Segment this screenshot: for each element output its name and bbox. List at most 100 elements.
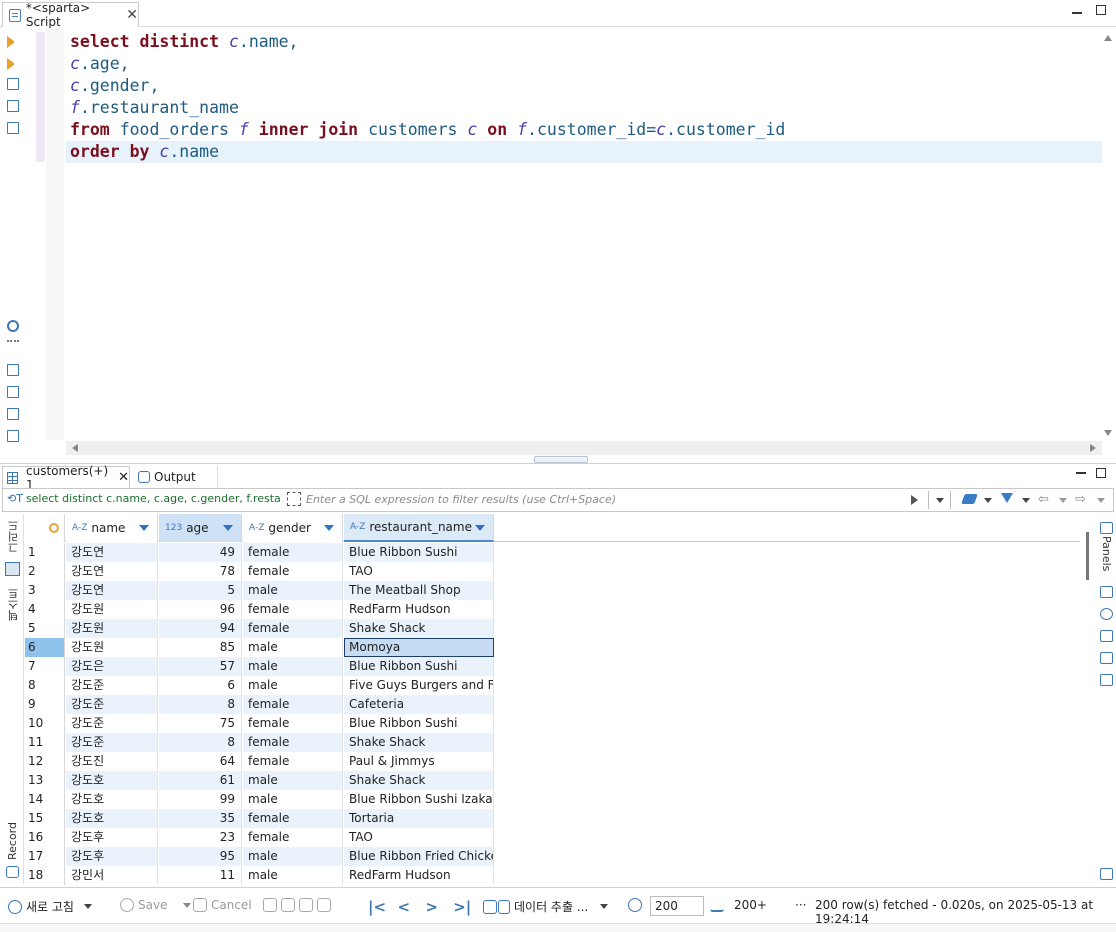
cell-gender[interactable]: female: [243, 828, 343, 847]
table-row[interactable]: 18 강민서 11 male RedFarm Hudson: [25, 866, 1080, 885]
cell-restaurant[interactable]: Shake Shack: [344, 619, 494, 638]
row-number[interactable]: 4: [25, 600, 65, 619]
table-row[interactable]: 12 강도진 64 female Paul & Jimmys: [25, 752, 1080, 771]
clear-filter-icon[interactable]: [961, 494, 978, 504]
cell-name[interactable]: 강도준: [66, 733, 158, 752]
cell-gender[interactable]: male: [243, 866, 343, 885]
cell-name[interactable]: 강도진: [66, 752, 158, 771]
table-row[interactable]: 4 강도원 96 female RedFarm Hudson: [25, 600, 1080, 619]
first-page-icon[interactable]: |<: [368, 898, 386, 916]
cell-age[interactable]: 75: [159, 714, 242, 733]
maximize-icon[interactable]: [1096, 5, 1106, 15]
expand-filter-icon[interactable]: [287, 492, 301, 506]
cell-age[interactable]: 99: [159, 790, 242, 809]
refresh-button[interactable]: 새로 고침: [8, 898, 92, 915]
cell-name[interactable]: 강도후: [66, 847, 158, 866]
cell-restaurant[interactable]: Cafeteria: [344, 695, 494, 714]
run-statement-icon[interactable]: [7, 36, 19, 48]
sql-editor[interactable]: select distinct c.name, c.age, c.gender,…: [70, 31, 785, 163]
minimize-panel-icon[interactable]: [1076, 472, 1086, 474]
cell-age[interactable]: 23: [159, 828, 242, 847]
cell-age[interactable]: 78: [159, 562, 242, 581]
cell-age[interactable]: 85: [159, 638, 242, 657]
editor-tab-script[interactable]: *<sparta> Script ✕: [2, 1, 139, 29]
cell-age[interactable]: 94: [159, 619, 242, 638]
fit-columns-icon[interactable]: [482, 900, 497, 914]
row-number[interactable]: 7: [25, 657, 65, 676]
cell-gender[interactable]: female: [243, 733, 343, 752]
cell-name[interactable]: 강도연: [66, 581, 158, 600]
execute-script-new-tabs-icon[interactable]: [7, 100, 19, 112]
cell-gender[interactable]: female: [243, 562, 343, 581]
close-icon[interactable]: ✕: [126, 7, 138, 23]
cell-name[interactable]: 강도원: [66, 619, 158, 638]
scroll-down-arrow-icon[interactable]: [1104, 430, 1112, 436]
cell-age[interactable]: 8: [159, 695, 242, 714]
cell-name[interactable]: 강도은: [66, 657, 158, 676]
table-row[interactable]: 2 강도연 78 female TAO: [25, 562, 1080, 581]
row-number[interactable]: 9: [25, 695, 65, 714]
row-number[interactable]: 1: [25, 543, 65, 562]
table-row[interactable]: 11 강도준 8 female Shake Shack: [25, 733, 1080, 752]
cell-name[interactable]: 강도준: [66, 676, 158, 695]
execute-script-icon[interactable]: [7, 78, 19, 90]
cell-age[interactable]: 61: [159, 771, 242, 790]
cell-restaurant[interactable]: Blue Ribbon Sushi Izakaya: [344, 790, 494, 809]
fetch-settings-button[interactable]: [628, 898, 646, 912]
cell-restaurant[interactable]: Blue Ribbon Sushi: [344, 657, 494, 676]
more-dots-icon[interactable]: [7, 340, 19, 342]
tab-output[interactable]: Output: [134, 466, 218, 488]
export-data-button[interactable]: 데이터 추출 ...: [498, 898, 609, 915]
variables-icon[interactable]: [7, 408, 19, 420]
outline-icon[interactable]: [7, 430, 19, 442]
panels-button[interactable]: Panels: [1100, 536, 1113, 571]
fetch-more-button[interactable]: 200+: [734, 898, 767, 912]
cell-name[interactable]: 강도호: [66, 771, 158, 790]
fetch-size-input[interactable]: 200: [650, 896, 704, 916]
sort-icon[interactable]: [324, 525, 334, 531]
cell-gender[interactable]: female: [243, 619, 343, 638]
add-row-icon[interactable]: [281, 898, 295, 912]
row-number[interactable]: 13: [25, 771, 65, 790]
column-header-age[interactable]: 123 age: [159, 514, 242, 542]
table-row[interactable]: 7 강도은 57 male Blue Ribbon Sushi: [25, 657, 1080, 676]
refresh-panel-icon[interactable]: [1100, 868, 1113, 880]
cell-name[interactable]: 강도호: [66, 809, 158, 828]
text-view-button[interactable]: 텍스트: [6, 588, 22, 621]
cell-age[interactable]: 57: [159, 657, 242, 676]
cell-gender[interactable]: female: [243, 752, 343, 771]
row-number[interactable]: 16: [25, 828, 65, 847]
cell-restaurant[interactable]: RedFarm Hudson: [344, 600, 494, 619]
aggregate-icon[interactable]: [1100, 608, 1113, 620]
cell-restaurant[interactable]: Shake Shack: [344, 733, 494, 752]
grouping-icon[interactable]: [1100, 630, 1113, 642]
edit-cell-icon[interactable]: [263, 898, 277, 912]
last-page-icon[interactable]: >|: [453, 898, 471, 916]
settings-gear-icon[interactable]: [7, 320, 19, 332]
row-number[interactable]: 11: [25, 733, 65, 752]
cell-name[interactable]: 강도연: [66, 562, 158, 581]
table-row[interactable]: 3 강도연 5 male The Meatball Shop: [25, 581, 1080, 600]
row-number[interactable]: 17: [25, 847, 65, 866]
row-number[interactable]: 10: [25, 714, 65, 733]
cell-restaurant[interactable]: Shake Shack: [344, 771, 494, 790]
cell-age[interactable]: 11: [159, 866, 242, 885]
cell-name[interactable]: 강민서: [66, 866, 158, 885]
delete-row-icon[interactable]: [317, 898, 331, 912]
cancel-button[interactable]: Cancel: [193, 898, 252, 912]
cell-age[interactable]: 95: [159, 847, 242, 866]
cell-restaurant[interactable]: Paul & Jimmys: [344, 752, 494, 771]
table-row[interactable]: 9 강도준 8 female Cafeteria: [25, 695, 1080, 714]
cell-age[interactable]: 49: [159, 543, 242, 562]
cell-name[interactable]: 강도후: [66, 828, 158, 847]
minimize-icon[interactable]: [1072, 11, 1082, 14]
save-button[interactable]: Save: [120, 898, 192, 912]
previous-page-icon[interactable]: <: [398, 898, 411, 916]
cell-restaurant[interactable]: TAO: [344, 828, 494, 847]
run-new-tab-icon[interactable]: [7, 58, 19, 70]
grid-vertical-scrollbar[interactable]: [1083, 516, 1093, 884]
cell-age[interactable]: 64: [159, 752, 242, 771]
table-row[interactable]: 10 강도준 75 female Blue Ribbon Sushi: [25, 714, 1080, 733]
row-number[interactable]: 8: [25, 676, 65, 695]
explain-plan-icon[interactable]: [7, 122, 19, 134]
